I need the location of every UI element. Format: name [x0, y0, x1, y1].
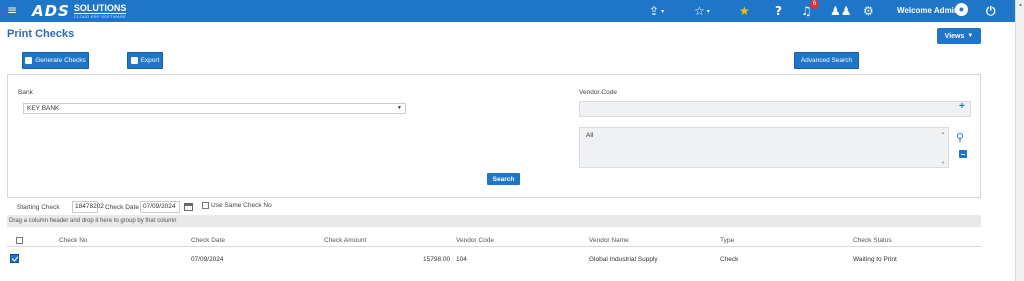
power-icon[interactable]: ⏻ — [986, 3, 996, 19]
page-title: Print Checks — [7, 28, 75, 40]
grid-header: Check No Check Date Check Amount Vendor … — [7, 233, 981, 247]
star-outline-icon[interactable]: ☆ ▾ — [694, 3, 710, 20]
page-scrollbar[interactable]: ▲ — [1015, 0, 1024, 281]
cell-vendor-code: 104 — [456, 256, 467, 263]
share-icon[interactable]: ⇪ ▾ — [649, 3, 664, 20]
chevron-down-icon: ▼ — [967, 33, 974, 39]
search-panel: Bank KEY BANK ▼ Vendor Code + All ▲ ▼ ⚲ … — [7, 74, 981, 198]
print-icon — [25, 57, 33, 64]
group-by-bar[interactable]: Drag a column header and drop it here to… — [7, 215, 981, 227]
col-check-amount[interactable]: Check Amount — [324, 237, 366, 244]
users-icon[interactable]: ♟♟ — [830, 3, 852, 19]
views-button[interactable]: Views ▼ — [937, 28, 981, 44]
cell-type: Check — [720, 256, 739, 263]
export-button[interactable]: Export — [127, 52, 163, 69]
vendor-code-input[interactable] — [579, 101, 971, 117]
advanced-search-button[interactable]: Advanced Search — [794, 52, 859, 69]
minus-icon[interactable] — [959, 150, 967, 158]
col-vendor-name[interactable]: Vendor Name — [589, 237, 629, 244]
help-icon[interactable]: ? — [775, 3, 782, 19]
table-row[interactable]: 07/09/2024 15798.00 104 Global Industria… — [7, 252, 981, 268]
logo-mark: ADS — [32, 2, 70, 20]
gear-icon[interactable]: ⚙ — [863, 3, 874, 19]
vendor-code-label: Vendor Code — [579, 89, 617, 96]
generate-checks-label: Generate Checks — [35, 57, 86, 64]
select-all-checkbox[interactable] — [16, 237, 23, 244]
col-vendor-code[interactable]: Vendor Code — [456, 237, 494, 244]
export-label: Export — [140, 57, 160, 64]
search-button[interactable]: Search — [487, 173, 520, 185]
menu-icon[interactable]: ≡ — [7, 3, 17, 17]
vendor-list-item[interactable]: All — [586, 132, 593, 139]
row-select-checkbox[interactable] — [10, 254, 19, 263]
use-same-check-checkbox[interactable] — [202, 202, 209, 209]
col-type[interactable]: Type — [720, 237, 734, 244]
col-check-date[interactable]: Check Date — [191, 237, 225, 244]
col-check-status[interactable]: Check Status — [853, 237, 892, 244]
starting-check-input[interactable]: 18478202 — [72, 201, 104, 213]
bell-icon[interactable]: ♫ 6 — [801, 0, 819, 19]
star-gold-icon[interactable]: ★ — [739, 3, 750, 19]
views-label: Views — [944, 32, 965, 40]
cell-check-amount: 15798.00 — [423, 256, 451, 263]
logo[interactable]: ADS SOLUTIONS CLOUD ERP SOFTWARE — [32, 2, 127, 20]
check-date-input[interactable]: 07/09/2024 — [140, 201, 180, 213]
vendor-code-list[interactable]: All ▲ ▼ — [579, 127, 949, 168]
export-icon — [130, 57, 138, 64]
user-icon[interactable]: ● — [955, 3, 968, 16]
welcome-text[interactable]: Welcome Admin — [897, 6, 959, 15]
logo-name: SOLUTIONS — [73, 2, 127, 14]
col-check-no[interactable]: Check No — [59, 237, 88, 244]
scroll-down-icon[interactable]: ▼ — [941, 160, 945, 165]
cell-vendor-name: Global Industrial Supply — [589, 256, 658, 263]
bank-select[interactable]: KEY BANK ▼ — [23, 103, 406, 114]
bank-select-value: KEY BANK — [27, 105, 60, 112]
top-nav-bar: ≡ ADS SOLUTIONS CLOUD ERP SOFTWARE ⇪ ▾ ☆ ▾… — [0, 0, 1015, 22]
search-icon[interactable]: ⚲ — [956, 131, 964, 144]
use-same-check-label: Use Same Check No — [211, 202, 272, 209]
scroll-up-icon[interactable]: ▲ — [941, 130, 945, 135]
cell-check-date: 07/09/2024 — [191, 256, 224, 263]
calendar-icon[interactable] — [184, 203, 193, 211]
plus-icon[interactable]: + — [959, 101, 965, 112]
chevron-down-icon: ▼ — [397, 105, 402, 111]
bank-label: Bank — [18, 89, 33, 96]
notification-badge: 6 — [810, 0, 819, 9]
advanced-search-label: Advanced Search — [800, 57, 853, 64]
logo-tagline: CLOUD ERP SOFTWARE — [73, 13, 127, 19]
cell-check-status: Waiting to Print — [853, 256, 897, 263]
generate-checks-button[interactable]: Generate Checks — [22, 52, 89, 69]
